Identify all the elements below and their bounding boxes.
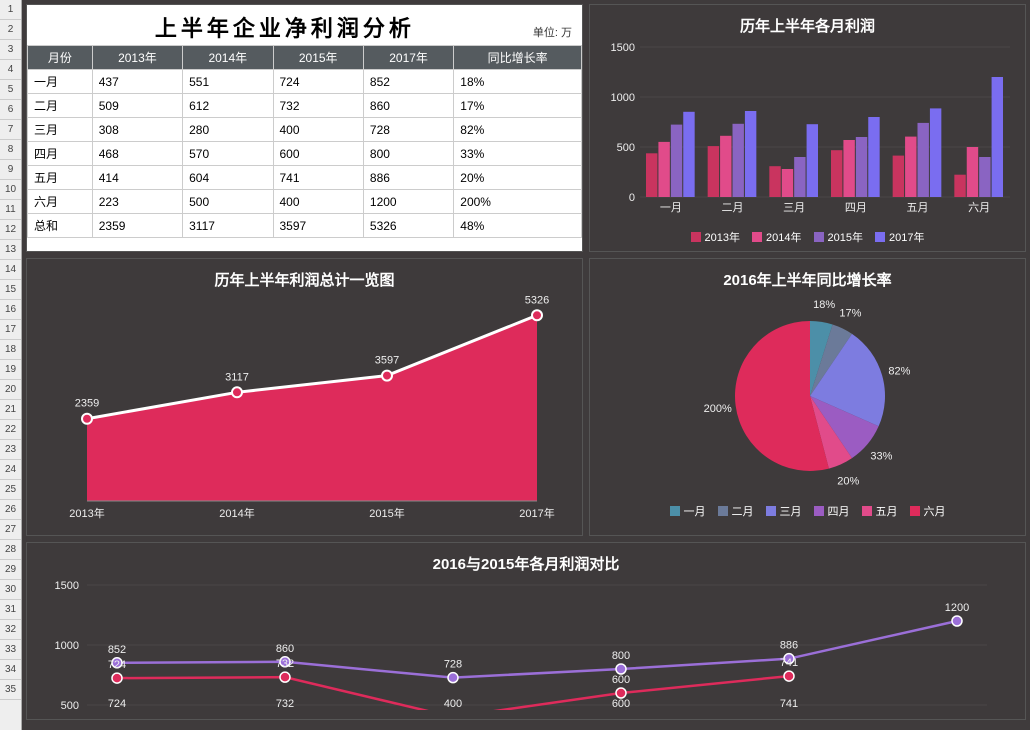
pie-chart-legend: 一月二月三月四月五月六月: [600, 503, 1015, 519]
svg-text:一月: 一月: [660, 202, 682, 214]
table-header: 2017年: [363, 46, 453, 70]
line-chart-panel: 2016与2015年各月利润对比 500 1000 1500 852 860 728 800…: [26, 542, 1026, 720]
table-row: 三月30828040072882%: [28, 118, 582, 142]
svg-text:三月: 三月: [783, 202, 805, 214]
svg-text:82%: 82%: [888, 365, 910, 377]
svg-text:3117: 3117: [225, 371, 249, 383]
svg-text:2015年: 2015年: [369, 506, 404, 520]
svg-text:741: 741: [780, 698, 798, 710]
svg-text:18%: 18%: [813, 299, 835, 311]
svg-text:728: 728: [444, 659, 462, 671]
bar-chart-panel: 历年上半年各月利润 0 500 1000 1500 一月 二月 三月 四月 五月 六月 2013年…: [589, 4, 1026, 252]
area-chart-panel: 历年上半年利润总计一览图 2359 2013年 3117 2014年 3597 2015年…: [26, 258, 583, 536]
svg-text:800: 800: [612, 650, 630, 662]
pie-chart: 18% 17% 82% 33% 20% 200%: [600, 296, 1020, 496]
table-row: 五月41460474188620%: [28, 166, 582, 190]
svg-text:724: 724: [108, 659, 126, 671]
svg-text:1000: 1000: [55, 640, 79, 652]
table-header: 2015年: [273, 46, 363, 70]
svg-text:2359: 2359: [75, 398, 99, 410]
table-row: 六月2235004001200200%: [28, 190, 582, 214]
svg-text:1000: 1000: [611, 92, 635, 104]
line-chart: 500 1000 1500 852 860 728 800 886 1200 724 732 400 6…: [37, 580, 1007, 710]
table-header: 2014年: [183, 46, 273, 70]
svg-text:二月: 二月: [722, 202, 744, 214]
svg-text:五月: 五月: [907, 202, 929, 214]
svg-text:741: 741: [780, 657, 798, 669]
pie-chart-title: 2016年上半年同比增长率: [600, 269, 1015, 290]
svg-text:1500: 1500: [611, 42, 635, 54]
area-chart: 2359 2013年 3117 2014年 3597 2015年 5326 2017年: [37, 296, 567, 526]
table-header: 同比增长率: [454, 46, 582, 70]
svg-text:500: 500: [61, 700, 79, 710]
page-title: 上半年企业净利润分析: [37, 11, 533, 43]
row-headers: 1234567891011121314151617181920212223242…: [0, 0, 22, 730]
svg-text:六月: 六月: [968, 201, 990, 214]
svg-text:852: 852: [108, 644, 126, 656]
svg-text:724: 724: [108, 698, 126, 710]
table-row: 四月46857060080033%: [28, 142, 582, 166]
svg-text:2013年: 2013年: [69, 506, 104, 520]
unit-label: 单位: 万: [533, 24, 572, 40]
profit-table: 月份2013年2014年2015年2017年同比增长率 一月4375517248…: [27, 45, 582, 238]
svg-text:500: 500: [617, 142, 635, 154]
table-row: 总和235931173597532648%: [28, 214, 582, 238]
svg-text:200%: 200%: [704, 403, 732, 415]
svg-text:0: 0: [629, 192, 635, 204]
bar-chart-title: 历年上半年各月利润: [600, 15, 1015, 36]
table-row: 一月43755172485218%: [28, 70, 582, 94]
svg-text:33%: 33%: [870, 451, 892, 463]
table-panel: 上半年企业净利润分析 单位: 万 月份2013年2014年2015年2017年同…: [26, 4, 583, 252]
line-chart-title: 2016与2015年各月利润对比: [37, 553, 1015, 574]
pie-chart-panel: 2016年上半年同比增长率 18% 17% 82% 33% 20% 200% 一月二月三月…: [589, 258, 1026, 536]
svg-text:2017年: 2017年: [519, 506, 554, 520]
bar-chart: 0 500 1000 1500 一月 二月 三月 四月 五月 六月: [600, 42, 1020, 222]
svg-text:20%: 20%: [837, 476, 859, 488]
bar-chart-legend: 2013年2014年2015年2017年: [600, 229, 1015, 245]
table-header: 2013年: [92, 46, 182, 70]
svg-text:2014年: 2014年: [219, 506, 254, 520]
svg-text:732: 732: [276, 658, 294, 670]
svg-text:886: 886: [780, 640, 798, 652]
svg-text:600: 600: [612, 674, 630, 686]
svg-text:四月: 四月: [845, 202, 867, 214]
svg-text:1200: 1200: [945, 602, 969, 614]
svg-text:3597: 3597: [375, 355, 399, 367]
svg-text:600: 600: [612, 698, 630, 710]
svg-text:5326: 5326: [525, 296, 549, 306]
table-header: 月份: [28, 46, 93, 70]
svg-text:860: 860: [276, 643, 294, 655]
table-row: 二月50961273286017%: [28, 94, 582, 118]
svg-text:1500: 1500: [55, 580, 79, 592]
svg-text:400: 400: [444, 698, 462, 710]
svg-text:732: 732: [276, 698, 294, 710]
area-chart-title: 历年上半年利润总计一览图: [37, 269, 572, 290]
svg-text:17%: 17%: [839, 307, 861, 319]
